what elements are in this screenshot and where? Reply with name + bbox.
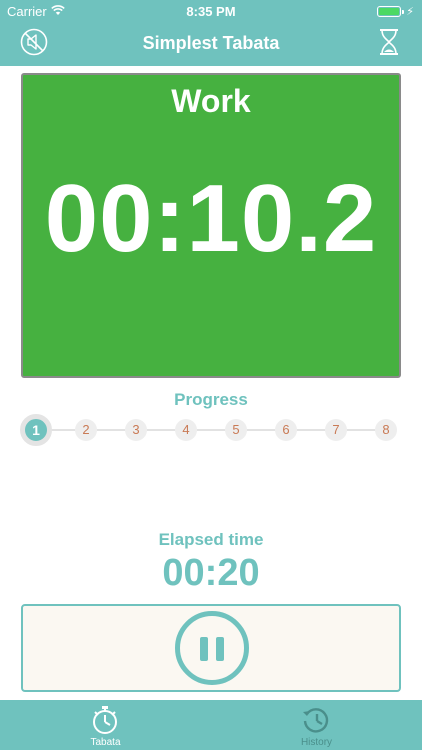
stopwatch-icon: [93, 706, 117, 734]
clock: 8:35 PM: [186, 4, 236, 19]
progress-step-3: 3: [125, 419, 147, 441]
battery-icon: ⚡: [377, 5, 414, 18]
progress-step-2: 2: [75, 419, 97, 441]
control-panel: [21, 604, 401, 692]
progress-step-1: 1: [20, 414, 52, 446]
pause-button[interactable]: [175, 611, 249, 685]
tab-tabata-label: Tabata: [90, 737, 121, 748]
status-bar: Carrier 8:35 PM ⚡: [0, 0, 422, 22]
phase-label: Work: [171, 83, 251, 119]
tab-history[interactable]: History: [211, 700, 422, 750]
pause-icon: [200, 637, 208, 661]
elapsed-label: Elapsed time: [158, 530, 264, 549]
history-icon: [303, 708, 329, 733]
progress-title: Progress: [174, 390, 248, 409]
tab-history-label: History: [300, 737, 333, 748]
countdown-timer: 00:10.2: [44, 165, 378, 272]
app-title: Simplest Tabata: [142, 33, 280, 53]
elapsed-value: 00:20: [162, 552, 260, 594]
hourglass-icon[interactable]: [378, 28, 400, 56]
tab-bar: Tabata History: [0, 700, 422, 750]
progress-step-8: 8: [375, 419, 397, 441]
progress-step-4: 4: [175, 419, 197, 441]
tab-tabata[interactable]: Tabata: [0, 700, 211, 750]
progress-step-6: 6: [275, 419, 297, 441]
progress-step-7: 7: [325, 419, 347, 441]
progress-step-5: 5: [225, 419, 247, 441]
phase-panel: Work 00:10.2: [21, 73, 401, 378]
top-bar: Carrier 8:35 PM ⚡ Simplest Tabata: [0, 0, 422, 66]
pause-icon-bar: [216, 637, 224, 661]
